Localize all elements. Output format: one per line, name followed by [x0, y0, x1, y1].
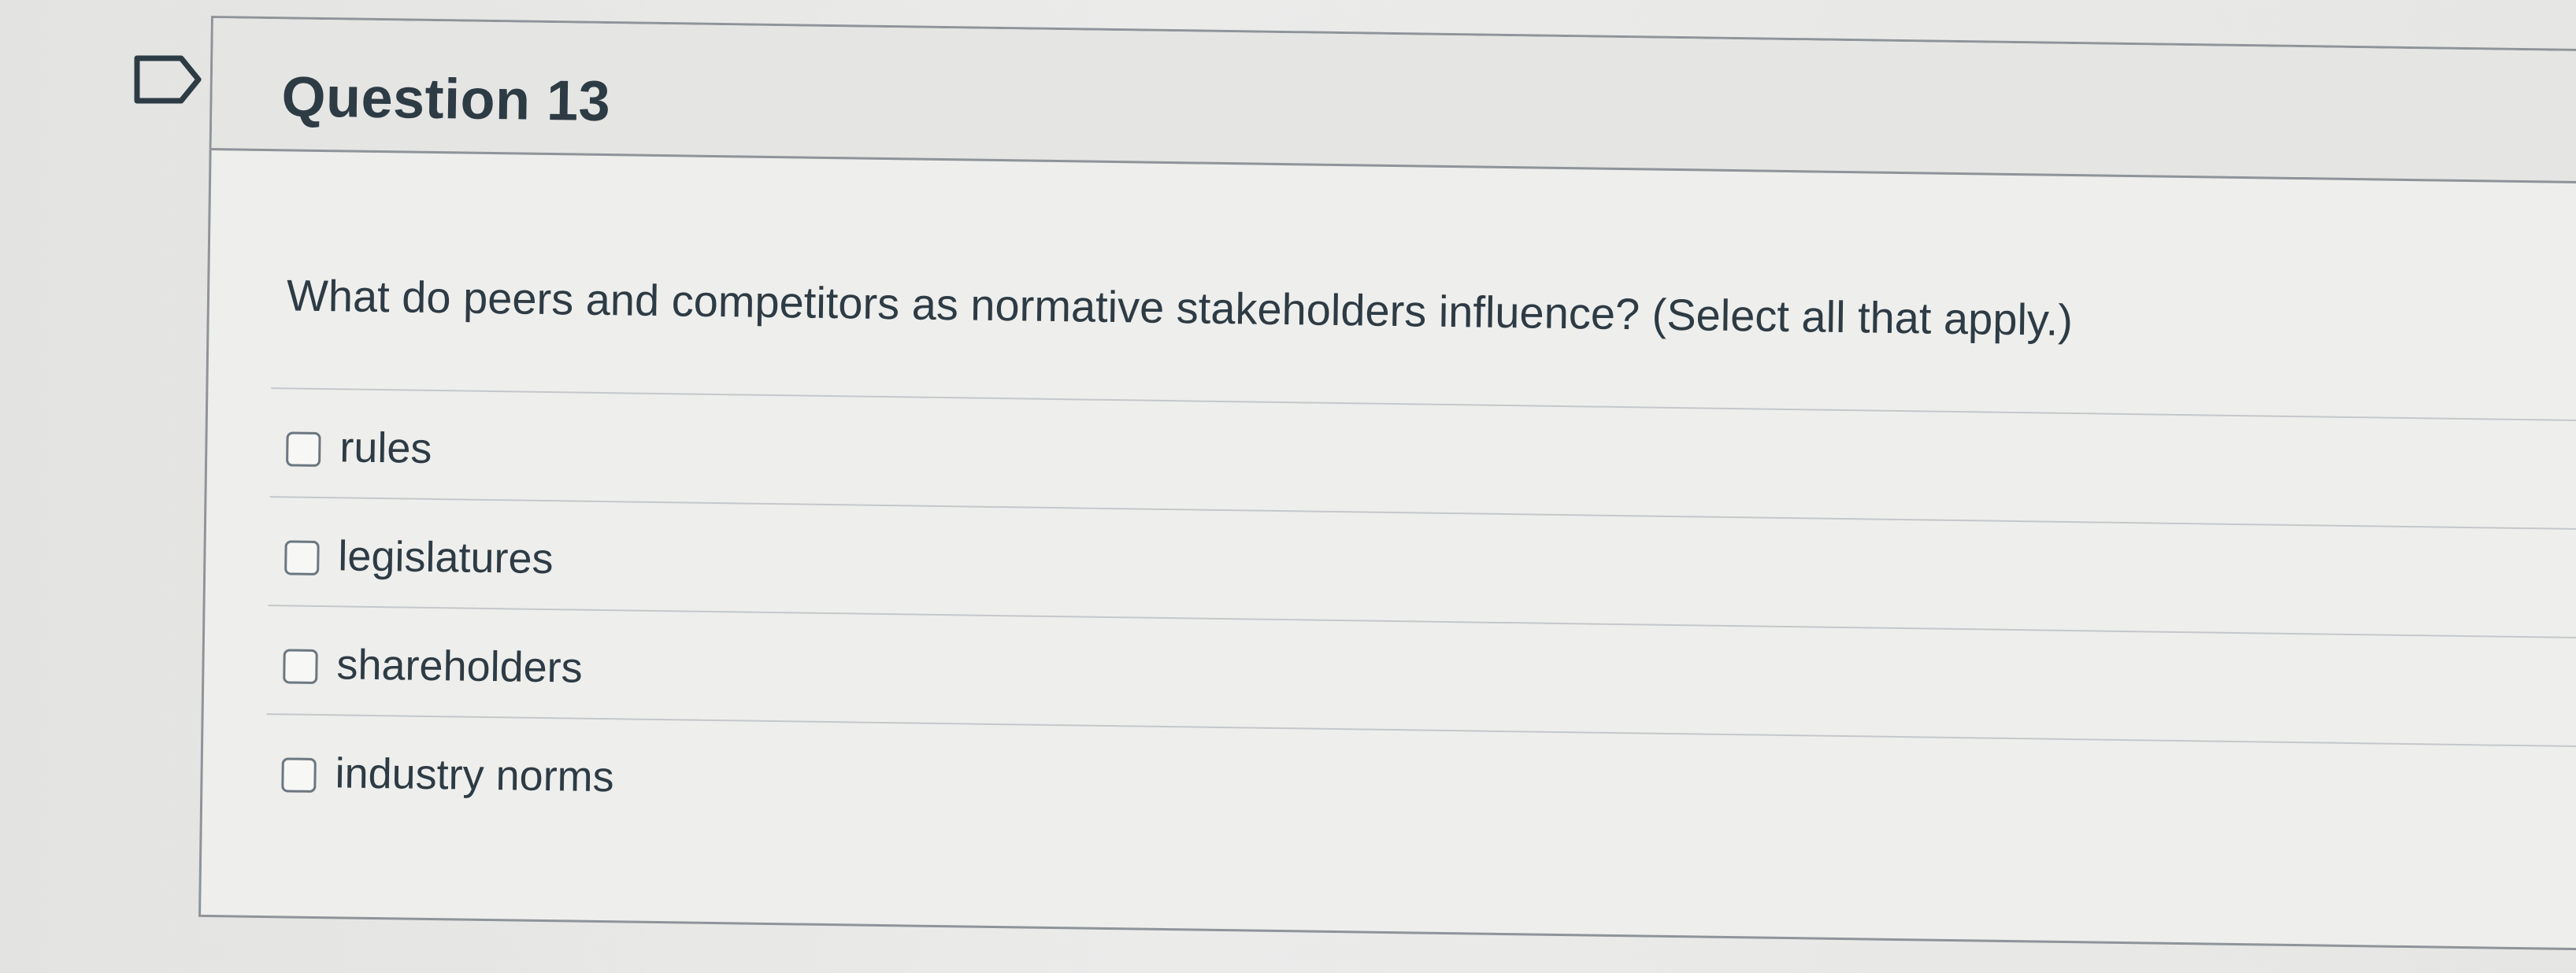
answer-checkbox[interactable] — [284, 540, 320, 575]
answer-checkbox[interactable] — [283, 649, 318, 684]
answer-label[interactable]: industry norms — [335, 749, 614, 801]
question-title: Question 13 — [281, 65, 611, 134]
answer-label[interactable]: rules — [339, 423, 432, 473]
answer-checkbox[interactable] — [281, 757, 317, 793]
flag-question-icon[interactable] — [132, 54, 203, 105]
answer-list: rules legislatures shareholders industry… — [265, 387, 2576, 855]
answer-label[interactable]: shareholders — [336, 640, 583, 692]
question-header: Question 13 — [211, 18, 2576, 184]
answer-checkbox[interactable] — [286, 431, 321, 467]
question-card: Question 13 What do peers and competitor… — [198, 16, 2576, 951]
answer-label[interactable]: legislatures — [338, 531, 554, 583]
question-text: What do peers and competitors as normati… — [286, 270, 2074, 346]
